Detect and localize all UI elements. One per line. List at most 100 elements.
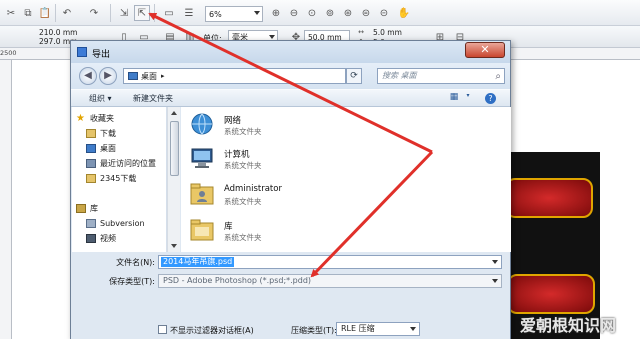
help-icon[interactable]: ? [485, 93, 496, 104]
nav-item-videos[interactable]: 视频 [86, 232, 116, 244]
breadcrumb-chevron-icon[interactable]: ▸ [161, 72, 165, 80]
forward-button[interactable]: ▶ [99, 67, 117, 85]
vertical-ruler [0, 60, 12, 339]
page-width-value: 210.0 mm [39, 28, 78, 37]
compression-select[interactable]: RLE 压缩 [336, 322, 420, 336]
video-library-icon [86, 233, 96, 243]
zoom-height-icon[interactable]: ⊝ [376, 5, 392, 21]
nav-item-label: 视频 [100, 233, 116, 243]
redo-icon[interactable]: ↷ [86, 5, 102, 21]
duplicate-x-icon: ↔ [358, 28, 364, 36]
nav-item-label: 收藏夹 [90, 113, 114, 123]
undo-icon[interactable]: ↶ [59, 5, 75, 21]
zoom-selected-icon[interactable]: ⊙ [304, 5, 320, 21]
scroll-down-icon[interactable] [171, 244, 177, 248]
nav-item-label: 最近访问的位置 [100, 158, 156, 168]
list-item[interactable]: Administrator 系统文件夹 [189, 179, 389, 211]
network-icon [191, 113, 213, 135]
folder-icon [86, 173, 96, 183]
compression-value: RLE 压缩 [341, 324, 375, 333]
nav-item-label: 库 [90, 203, 98, 213]
cut-icon[interactable]: ✂ [3, 5, 19, 21]
new-folder-button[interactable]: 新建文件夹 [133, 93, 173, 104]
zoom-all-icon[interactable]: ⊚ [322, 5, 338, 21]
filetype-select[interactable]: PSD - Adobe Photoshop (*.psd;*.pdd) [158, 274, 502, 288]
nav-item-2345-downloads[interactable]: 2345下载 [86, 172, 136, 184]
artwork-banner-top [505, 178, 593, 218]
navigation-pane: ★ 收藏夹 下载 桌面 最近访问的位置 2345下载 库 Subversion [72, 107, 167, 252]
refresh-button[interactable]: ⟳ [346, 68, 362, 84]
library-folder-icon [190, 219, 214, 241]
file-name: 计算机 [224, 150, 250, 160]
recent-places-icon [86, 158, 96, 168]
artwork-page [505, 152, 600, 339]
artwork-banner-bottom [507, 274, 595, 314]
zoom-out-icon[interactable]: ⊖ [286, 5, 302, 21]
duplicate-x-field[interactable]: 5.0 mm [370, 27, 416, 37]
library-icon [76, 203, 86, 213]
address-bar-row: ◀ ▶ 桌面 ▸ ⟳ 搜索 桌面 ⌕ [71, 63, 510, 89]
file-name: Administrator [224, 184, 282, 194]
toolbar-separator [110, 4, 111, 22]
pan-icon[interactable]: ✋ [396, 5, 412, 21]
list-item[interactable]: 库 系统文件夹 [189, 215, 389, 247]
nav-pane-scrollbar[interactable] [167, 107, 180, 252]
list-item[interactable]: 计算机 系统文件夹 [189, 143, 389, 175]
nav-item-recent[interactable]: 最近访问的位置 [86, 157, 156, 169]
address-bar[interactable]: 桌面 ▸ [123, 68, 346, 84]
back-button[interactable]: ◀ [79, 67, 97, 85]
export-icon[interactable]: ⇱ [134, 5, 150, 21]
zoom-level-select[interactable]: 6% [205, 6, 263, 22]
options-icon[interactable]: ☰ [181, 5, 197, 21]
computer-icon [191, 148, 213, 168]
command-bar: 组织 ▾ 新建文件夹 ▦ ▾ ? [71, 89, 510, 107]
scrollbar-thumb[interactable] [170, 121, 179, 176]
application-launcher-icon[interactable]: ▭ [161, 5, 177, 21]
export-window-icon [77, 47, 87, 57]
copy-icon[interactable]: ⧉ [20, 5, 36, 21]
nav-item-subversion[interactable]: Subversion [86, 217, 145, 229]
nav-item-label: Subversion [100, 218, 145, 228]
nav-item-libraries[interactable]: 库 [76, 202, 98, 214]
nav-item-favorites[interactable]: ★ 收藏夹 [76, 112, 114, 124]
filename-input[interactable]: 2014马年吊旗.psd [158, 255, 502, 269]
toolbar-separator [55, 4, 56, 22]
standard-toolbar: ✂ ⧉ 📋 ↶ ↷ ⇲ ⇱ ▭ ☰ 6% ⊕ ⊖ ⊙ ⊚ ⊛ ⊜ ⊝ ✋ [0, 0, 640, 26]
organize-menu[interactable]: 组织 ▾ [89, 93, 112, 104]
nav-item-label: 桌面 [100, 143, 116, 153]
nav-item-label: 2345下载 [100, 173, 137, 183]
chevron-down-icon [492, 279, 498, 283]
paste-icon[interactable]: 📋 [37, 5, 53, 21]
nav-item-downloads[interactable]: 下载 [86, 127, 116, 139]
file-type: 系统文件夹 [224, 161, 262, 170]
zoom-in-icon[interactable]: ⊕ [268, 5, 284, 21]
save-form: 文件名(N): 2014马年吊旗.psd 保存类型(T): PSD - Adob… [71, 252, 510, 339]
scroll-up-icon[interactable] [171, 111, 177, 115]
import-icon[interactable]: ⇲ [116, 5, 132, 21]
search-input[interactable]: 搜索 桌面 ⌕ [377, 68, 505, 84]
hide-filter-dialog-checkbox[interactable] [158, 325, 167, 334]
ruler-tick-label: 2500 [0, 49, 17, 57]
search-icon: ⌕ [495, 71, 501, 82]
chevron-down-icon[interactable] [492, 260, 498, 264]
duplicate-x-value: 5.0 mm [373, 27, 402, 37]
nav-item-desktop[interactable]: 桌面 [86, 142, 116, 154]
library-icon [86, 218, 96, 228]
address-location: 桌面 [141, 71, 157, 81]
file-name: 库 [224, 222, 233, 232]
chevron-down-icon[interactable]: ▾ [461, 92, 475, 105]
close-button[interactable]: ✕ [465, 42, 505, 58]
filename-value: 2014马年吊旗.psd [161, 257, 235, 267]
page-width-field[interactable]: 210.0 mm [36, 28, 100, 37]
view-options-icon[interactable]: ▦ [447, 92, 461, 105]
zoom-width-icon[interactable]: ⊜ [358, 5, 374, 21]
toolbar-separator [154, 4, 155, 22]
chevron-down-icon [254, 11, 260, 15]
zoom-level-value: 6% [209, 9, 222, 19]
file-type: 系统文件夹 [224, 197, 262, 206]
list-item[interactable]: 网络 系统文件夹 [189, 109, 389, 141]
dialog-title-bar[interactable]: 导出 ✕ [71, 41, 510, 63]
star-icon: ★ [76, 112, 85, 124]
file-type: 系统文件夹 [224, 127, 262, 136]
zoom-page-icon[interactable]: ⊛ [340, 5, 356, 21]
